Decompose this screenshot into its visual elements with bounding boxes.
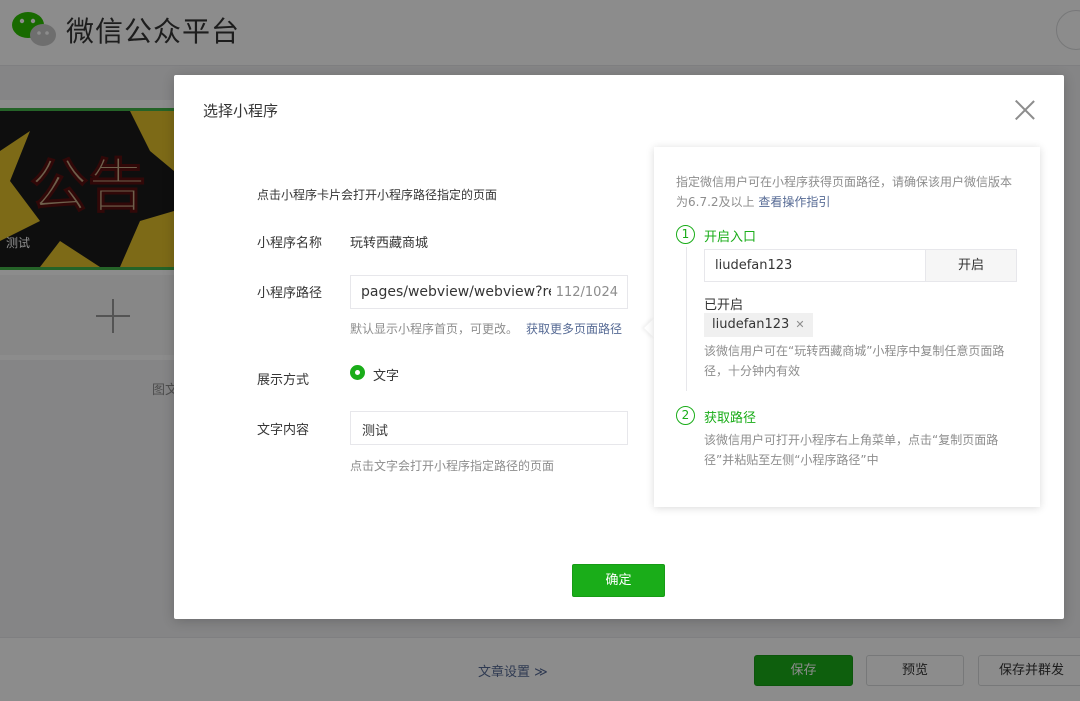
enabled-label: 已开启 <box>704 298 744 313</box>
step-connector <box>686 247 687 391</box>
text-content-label: 文字内容 <box>257 423 310 438</box>
wechat-id-value: liudefan123 <box>715 258 793 273</box>
display-mode-label: 展示方式 <box>257 373 310 388</box>
path-tip: 默认显示小程序首页，可更改。 获取更多页面路径 <box>350 320 622 337</box>
path-input-value: pages/webview/webview?reload=1 <box>361 284 551 300</box>
path-char-count: 112/1024 <box>555 285 618 300</box>
text-radio-label[interactable]: 文字 <box>373 365 399 384</box>
more-paths-link[interactable]: 获取更多页面路径 <box>526 322 622 336</box>
close-icon[interactable] <box>1014 99 1036 121</box>
text-content-input[interactable]: 测试 <box>350 411 628 445</box>
text-content-tip: 点击文字会打开小程序指定路径的页面 <box>350 459 555 473</box>
step-2-title: 获取路径 <box>704 411 757 426</box>
remove-tag-icon[interactable]: ✕ <box>795 318 804 331</box>
wechat-id-input[interactable]: liudefan123 <box>704 249 925 282</box>
miniprogram-name-value: 玩转西藏商城 <box>350 236 429 251</box>
miniprogram-name-label: 小程序名称 <box>257 236 323 251</box>
dialog-title: 选择小程序 <box>203 102 279 120</box>
dialog-description: 点击小程序卡片会打开小程序路径指定的页面 <box>257 188 498 202</box>
guide-intro: 指定微信用户可在小程序获得页面路径，请确保该用户微信版本为6.7.2及以上 查看… <box>676 172 1022 212</box>
step-1-title: 开启入口 <box>704 230 757 245</box>
enable-entry-button[interactable]: 开启 <box>925 249 1017 282</box>
step-2-description: 该微信用户可打开小程序右上角菜单，点击“复制页面路径”并粘贴至左侧“小程序路径”… <box>704 433 999 467</box>
step-1-badge: 1 <box>676 225 695 244</box>
path-tip-text: 默认显示小程序首页，可更改。 <box>350 322 519 336</box>
step-2-badge: 2 <box>676 406 695 425</box>
guide-intro-text: 指定微信用户可在小程序获得页面路径，请确保该用户微信版本为6.7.2及以上 <box>676 175 1013 209</box>
enabled-user-name: liudefan123 <box>712 317 790 332</box>
text-radio[interactable] <box>350 365 365 380</box>
path-guide-panel: 指定微信用户可在小程序获得页面路径，请确保该用户微信版本为6.7.2及以上 查看… <box>654 147 1040 507</box>
select-miniprogram-dialog: 选择小程序 点击小程序卡片会打开小程序路径指定的页面 小程序名称 玩转西藏商城 … <box>174 75 1064 619</box>
operation-guide-link[interactable]: 查看操作指引 <box>758 195 830 209</box>
miniprogram-path-label: 小程序路径 <box>257 286 323 301</box>
confirm-button[interactable]: 确定 <box>572 564 665 597</box>
text-content-value: 测试 <box>362 424 389 439</box>
enabled-user-tag: liudefan123 ✕ <box>704 313 813 337</box>
miniprogram-path-input[interactable]: pages/webview/webview?reload=1 112/1024 <box>350 275 628 309</box>
step-1-description: 该微信用户可在“玩转西藏商城”小程序中复制任意页面路径，十分钟内有效 <box>704 344 1005 378</box>
